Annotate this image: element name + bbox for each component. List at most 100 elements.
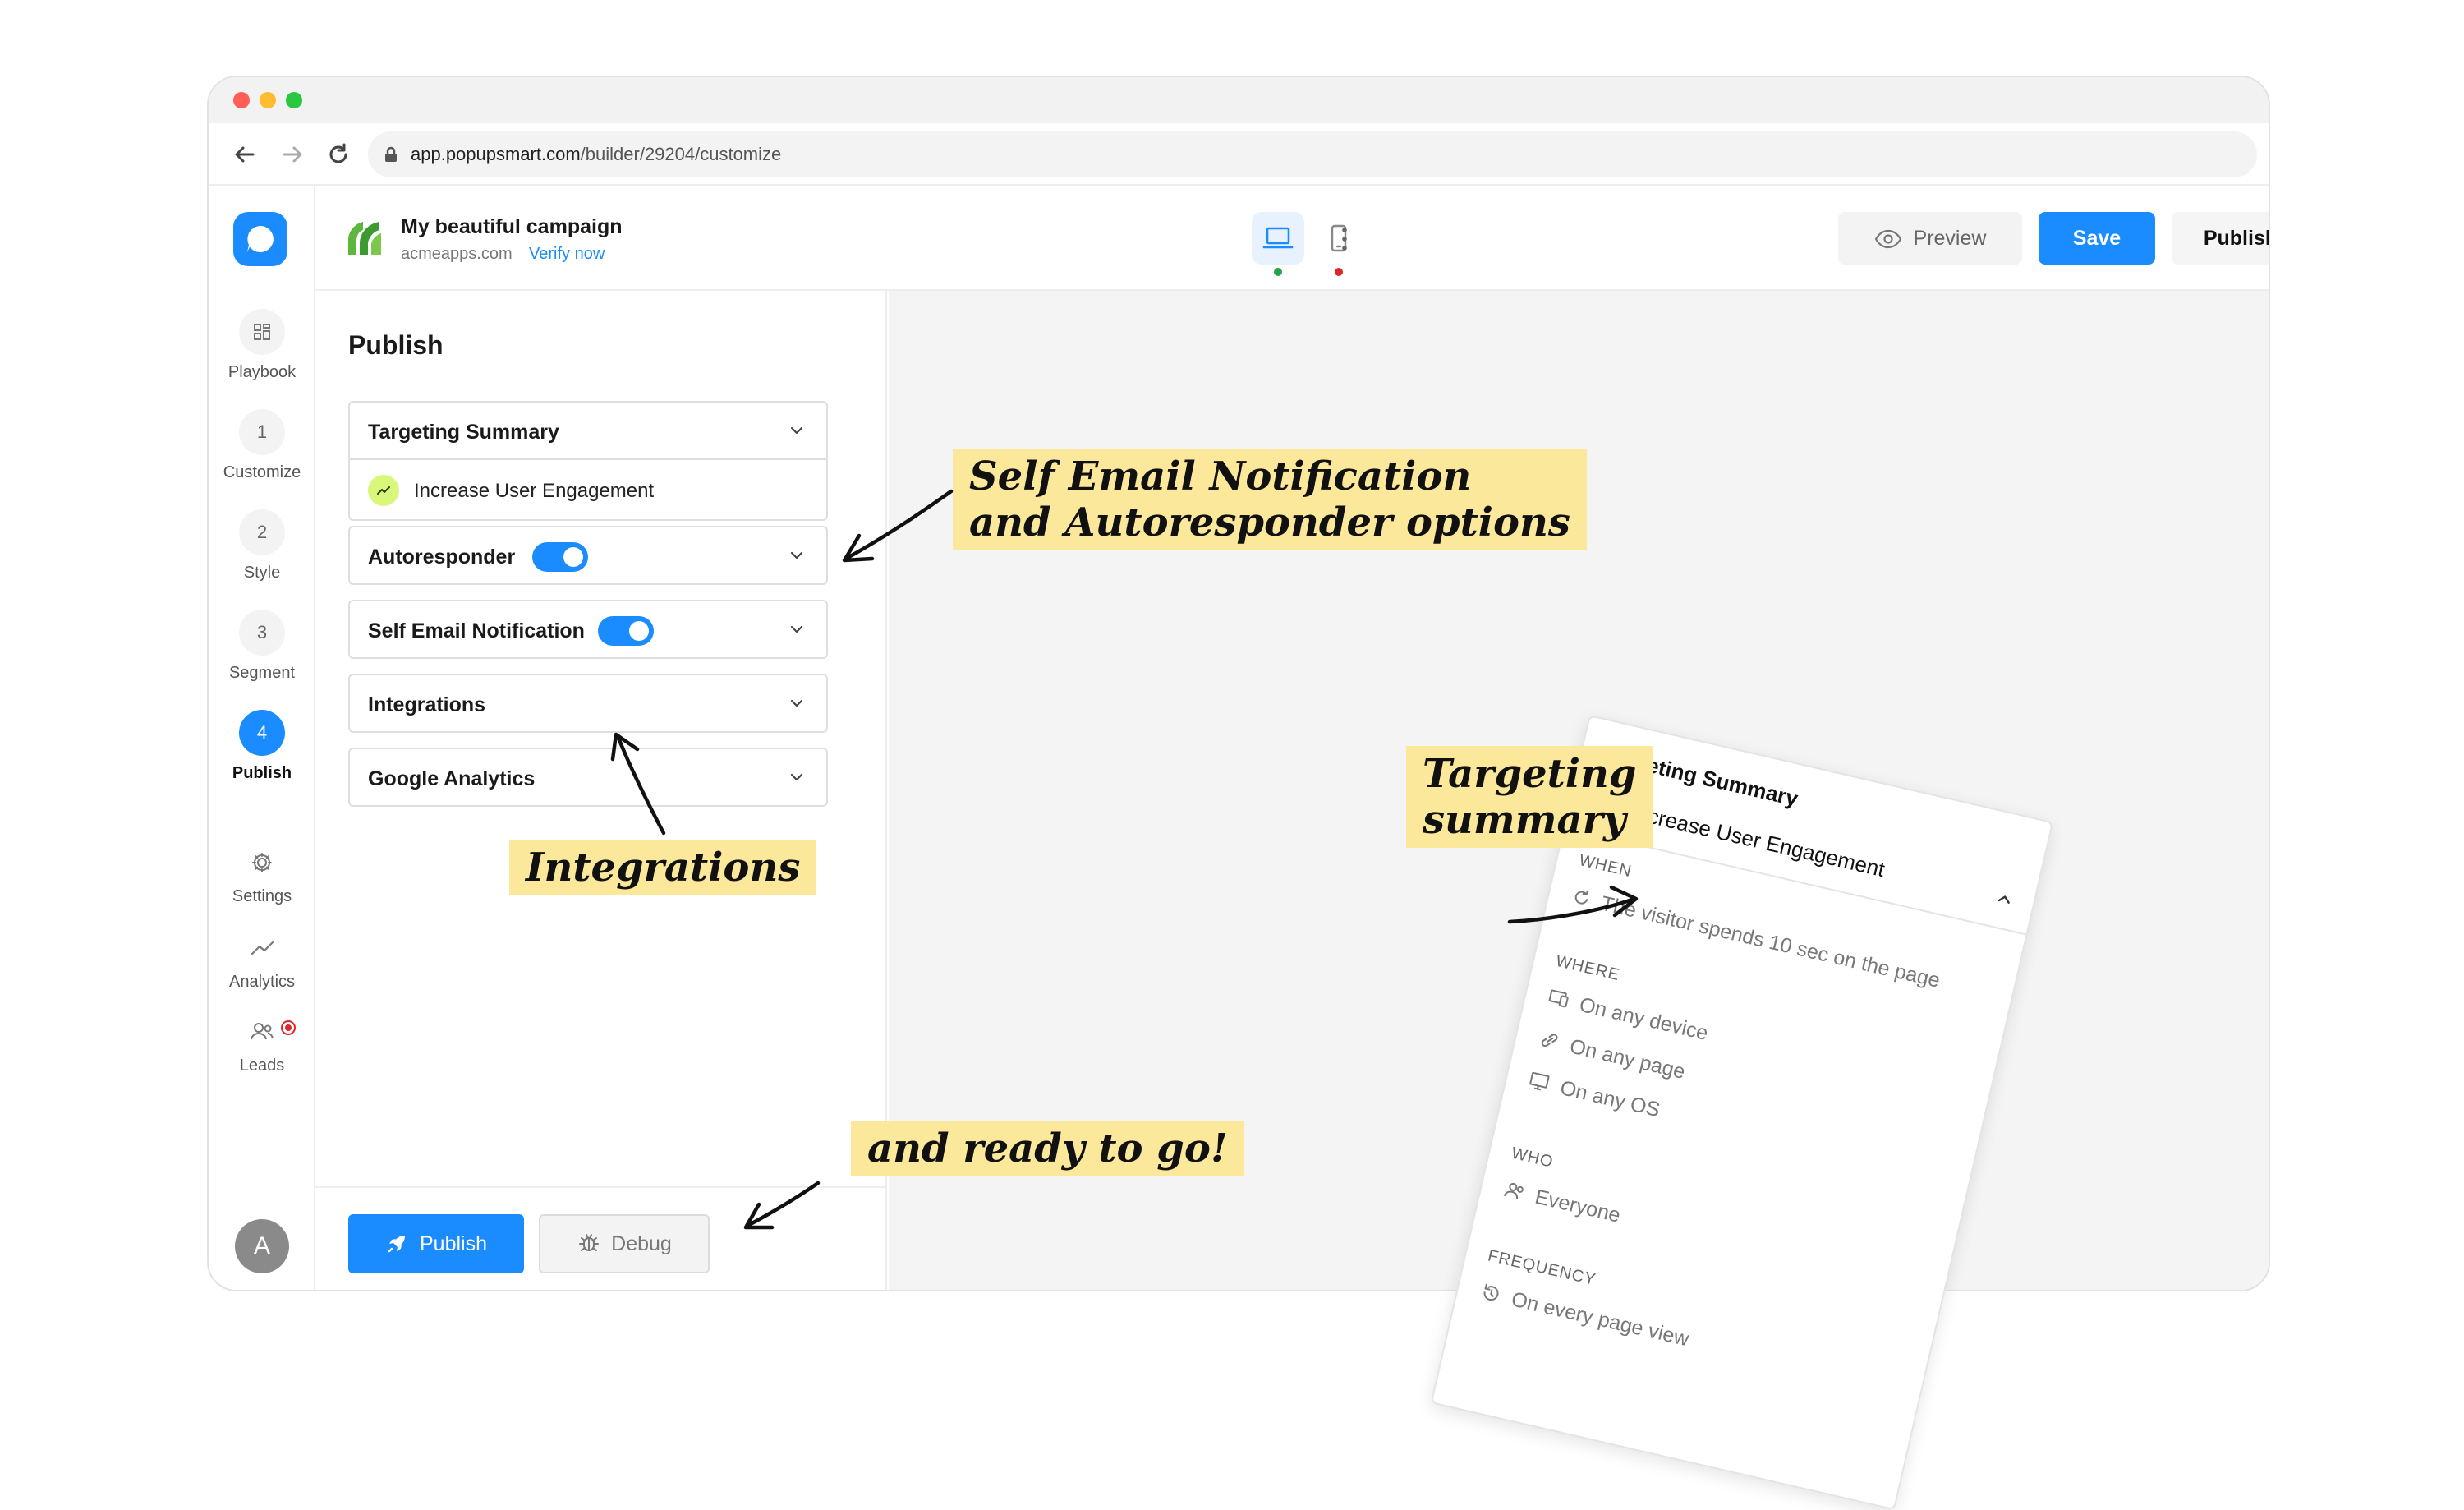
accordion-self-email: Self Email Notification [348,600,828,659]
card-section-when: WHEN [1577,851,1634,882]
card-where-page-text: On any page [1567,1034,1688,1084]
card-who-row: Everyone [1501,1178,1623,1228]
chevron-up-icon [1997,895,2010,904]
accordion-header-google-analytics[interactable]: Google Analytics [350,749,826,805]
accordion-label: Self Email Notification [368,619,585,642]
rail-step-3: 3 [239,610,285,656]
forward-icon[interactable] [279,141,306,168]
url-path: /builder/29204/customize [580,144,782,164]
left-rail: Playbook 1 Customize 2 Style 3 Segment 4… [209,186,315,1290]
rocket-icon [388,1236,405,1253]
lock-icon [385,146,397,162]
note-targeting-line2: summary [1423,797,1626,843]
chevron-down-icon [790,773,803,781]
panel-footer: Publish Debug [315,1186,885,1290]
grid-icon [254,324,270,340]
accordion-body-targeting: Increase User Engagement [350,458,826,519]
debug-button-label: Debug [611,1232,672,1255]
maximize-window-dot[interactable] [286,92,302,108]
link-icon [1541,1034,1558,1047]
card-section-who: WHO [1510,1144,1556,1172]
card-goal-text: Increase User Engagement [1628,799,1887,882]
rail-label-customize: Customize [223,463,301,481]
address-bar: app.popupsmart.com/builder/29204/customi… [209,123,2269,186]
gear-icon [246,846,278,879]
rail-step-4: 4 [239,710,285,756]
rail-label-leads: Leads [239,1057,285,1075]
mobile-status-dot [1335,268,1343,276]
note-ready: and ready to go! [851,1121,1244,1176]
card-where-os-text: On any OS [1557,1076,1662,1122]
browser-titlebar [209,77,2269,123]
rail-step-2: 2 [239,509,285,555]
rail-item-publish[interactable]: 4 Publish [209,710,315,783]
targeting-goal-text: Increase User Engagement [414,480,655,502]
chevron-down-icon [790,625,803,633]
rail-label-style: Style [243,564,281,582]
campaign-domain: acmeapps.com [401,245,513,263]
popupsmart-logo[interactable] [233,212,287,266]
card-section-where: WHERE [1554,951,1622,985]
card-where-os: On any OS [1526,1069,1662,1122]
autoresponder-toggle[interactable] [532,542,588,572]
rail-item-customize[interactable]: 1 Customize [209,409,315,482]
note-targeting-line1: Targeting [1423,751,1637,797]
publish-button-label: Publish [420,1232,487,1255]
reload-icon[interactable] [325,141,352,168]
laptop-icon [1262,227,1294,249]
rail-label-publish: Publish [232,764,292,782]
refresh-icon [1574,891,1588,905]
accordion-label: Google Analytics [368,767,536,790]
rail-item-leads[interactable]: Leads [209,1015,315,1075]
accordion-header-targeting[interactable]: Targeting Summary [350,403,826,458]
rail-item-segment[interactable]: 3 Segment [209,610,315,683]
rail-item-analytics[interactable]: Analytics [209,932,315,992]
rail-label-settings: Settings [232,887,292,905]
rail-label-analytics: Analytics [228,973,296,991]
accordion-header-autoresponder[interactable]: Autoresponder [350,527,826,583]
leads-notification-dot [281,1020,296,1035]
verify-now-link[interactable]: Verify now [529,245,605,264]
trend-line-icon [246,932,278,964]
preview-button[interactable]: Preview [1838,212,2022,265]
card-when-text: The visitor spends 10 sec on the page [1598,891,1942,992]
note-integrations: Integrations [509,840,817,895]
close-window-dot[interactable] [233,92,250,108]
eye-icon [1874,230,1901,249]
card-frequency-row: On every page view [1477,1280,1691,1351]
rail-item-style[interactable]: 2 Style [209,509,315,582]
rail-label-segment: Segment [228,664,296,682]
card-frequency-text: On every page view [1509,1287,1692,1351]
avatar[interactable]: A [235,1219,289,1273]
accordion-label: Targeting Summary [368,421,559,444]
preview-label: Preview [1913,227,1987,250]
card-where-device-text: On any device [1577,992,1711,1046]
rail-item-settings[interactable]: Settings [209,846,315,906]
rail-item-playbook[interactable]: Playbook [209,309,315,382]
save-button[interactable]: Save [2039,212,2155,265]
campaign-title[interactable]: My beautiful campaign [401,215,622,239]
rail-playbook-circle [239,309,285,355]
back-icon[interactable] [232,141,258,168]
devices-icon [1548,989,1569,1008]
accordion-label: Integrations [368,693,486,716]
chevron-down-icon [790,699,803,707]
desktop-view-button[interactable] [1252,212,1304,276]
publish-panel: Publish Targeting Summary Increase User … [315,291,887,1290]
accordion-header-self-email[interactable]: Self Email Notification [350,601,826,657]
publish-button[interactable]: Publish [348,1214,524,1273]
debug-button[interactable]: Debug [539,1214,710,1273]
minimize-window-dot[interactable] [260,92,276,108]
accordion-targeting-summary: Targeting Summary Increase User Engageme… [348,401,828,521]
self-email-toggle[interactable] [598,616,654,646]
accordion-integrations: Integrations [348,674,828,733]
url-host: app.popupsmart.com [411,144,581,164]
note-self-email-line1: Self Email Notification [969,453,1472,499]
note-self-email: Self Email Notification and Autoresponde… [953,449,1587,550]
rail-label-playbook: Playbook [228,363,297,381]
url-input[interactable]: app.popupsmart.com/builder/29204/customi… [368,131,2257,177]
more-options-icon[interactable] [1332,219,1357,260]
note-self-email-line2: and Autoresponder options [969,499,1570,546]
publish-top-button[interactable]: Publish [2172,212,2269,265]
accordion-header-integrations[interactable]: Integrations [350,675,826,731]
